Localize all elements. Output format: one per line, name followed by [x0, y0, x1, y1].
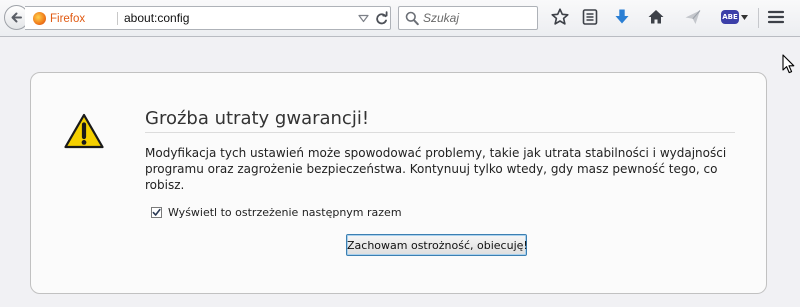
identity-box[interactable]: Firefox [33, 11, 85, 26]
bookmark-star-button[interactable] [550, 7, 572, 29]
reload-icon[interactable] [374, 11, 389, 26]
warning-title: Groźba utraty gwarancji! [145, 108, 370, 129]
warning-box: Groźba utraty gwarancji! Modyfikacja tyc… [30, 72, 767, 294]
home-icon [648, 10, 664, 24]
chevron-down-icon [741, 14, 748, 20]
noscript-button[interactable]: ABE [721, 10, 748, 24]
back-arrow-icon [11, 12, 22, 23]
bookmarks-menu-button[interactable] [580, 7, 602, 29]
download-icon [615, 9, 629, 24]
url-dropdown-icon[interactable] [358, 14, 369, 23]
menu-icon [767, 10, 785, 24]
home-button[interactable] [646, 7, 668, 29]
warning-triangle-icon [64, 113, 104, 149]
send-icon [685, 10, 701, 24]
checkmark-icon [152, 208, 161, 216]
show-warning-checkbox[interactable] [151, 207, 162, 218]
warning-message: Modyfikacja tych ustawień może spowodowa… [145, 146, 727, 192]
mouse-cursor-icon [782, 54, 795, 74]
search-bar[interactable] [398, 6, 538, 30]
title-divider [145, 132, 735, 133]
send-button[interactable] [683, 7, 705, 29]
url-separator [117, 12, 118, 25]
firefox-logo-icon [33, 12, 46, 25]
search-icon [405, 11, 419, 26]
menu-button[interactable] [767, 8, 785, 30]
identity-label: Firefox [50, 12, 86, 25]
bookmarks-list-icon [582, 9, 598, 25]
downloads-button[interactable] [612, 7, 634, 29]
url-text[interactable]: about:config [124, 11, 189, 25]
url-bar[interactable]: Firefox about:config [25, 6, 391, 30]
nav-toolbar: Firefox about:config Szukaj ABE [0, 0, 800, 37]
accept-risk-button[interactable]: Zachowam ostrożność, obiecuję! [346, 234, 528, 256]
show-warning-checkbox-row[interactable]: Wyświetl to ostrzeżenie następnym razem [151, 206, 402, 219]
search-input[interactable] [423, 10, 533, 26]
show-warning-label: Wyświetl to ostrzeżenie następnym razem [168, 206, 402, 219]
toolbar-divider [758, 8, 759, 28]
bookmark-star-icon [551, 8, 569, 25]
noscript-abe-icon: ABE [721, 10, 739, 24]
